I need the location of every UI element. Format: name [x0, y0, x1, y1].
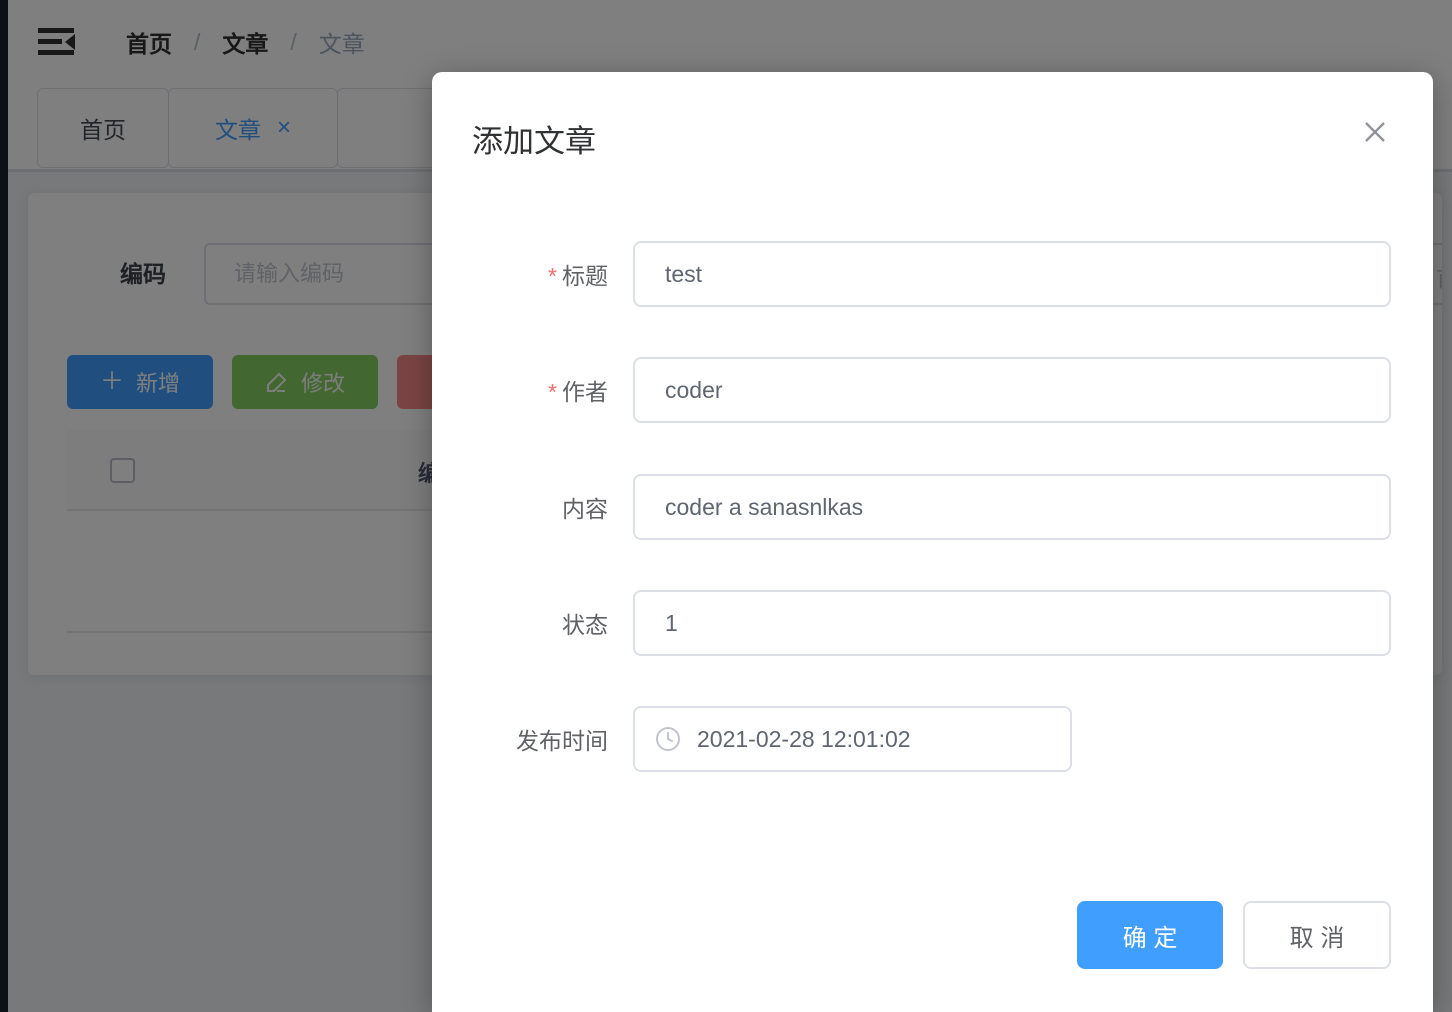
content-field-label: 内容 — [562, 496, 608, 522]
form-row-status: 状态 — [432, 589, 1433, 657]
add-article-dialog: 添加文章 *标题 *作者 内容 状态 发布时间 — [432, 72, 1433, 1012]
app-screen: 首页 / 文章 / 文章 首页 文章 × 编码 首 ＋ 新增 — [0, 0, 1452, 1012]
author-field-label: * 作者 — [548, 379, 608, 405]
dialog-close-button[interactable] — [1357, 114, 1393, 150]
x-icon — [1365, 122, 1385, 142]
status-input[interactable] — [633, 590, 1391, 656]
content-input[interactable] — [633, 474, 1391, 540]
status-field-label: 状态 — [562, 612, 608, 638]
datetime-picker — [633, 706, 1072, 772]
cancel-button[interactable]: 取 消 — [1243, 901, 1391, 969]
confirm-button[interactable]: 确 定 — [1077, 901, 1223, 969]
publish-time-field-label: 发布时间 — [516, 728, 608, 754]
title-field-label: * 标题 — [548, 263, 608, 289]
form-row-author: * 作者 — [432, 356, 1433, 424]
publish-time-input[interactable] — [633, 706, 1072, 772]
title-input[interactable] — [633, 241, 1391, 307]
dialog-title: 添加文章 — [472, 124, 596, 159]
form-row-title: * 标题 — [432, 240, 1433, 308]
required-mark: * — [548, 263, 557, 289]
form-row-publish-time: 发布时间 — [432, 705, 1433, 773]
author-input[interactable] — [633, 357, 1391, 423]
required-mark: * — [548, 379, 557, 405]
form-row-content: 内容 — [432, 473, 1433, 541]
